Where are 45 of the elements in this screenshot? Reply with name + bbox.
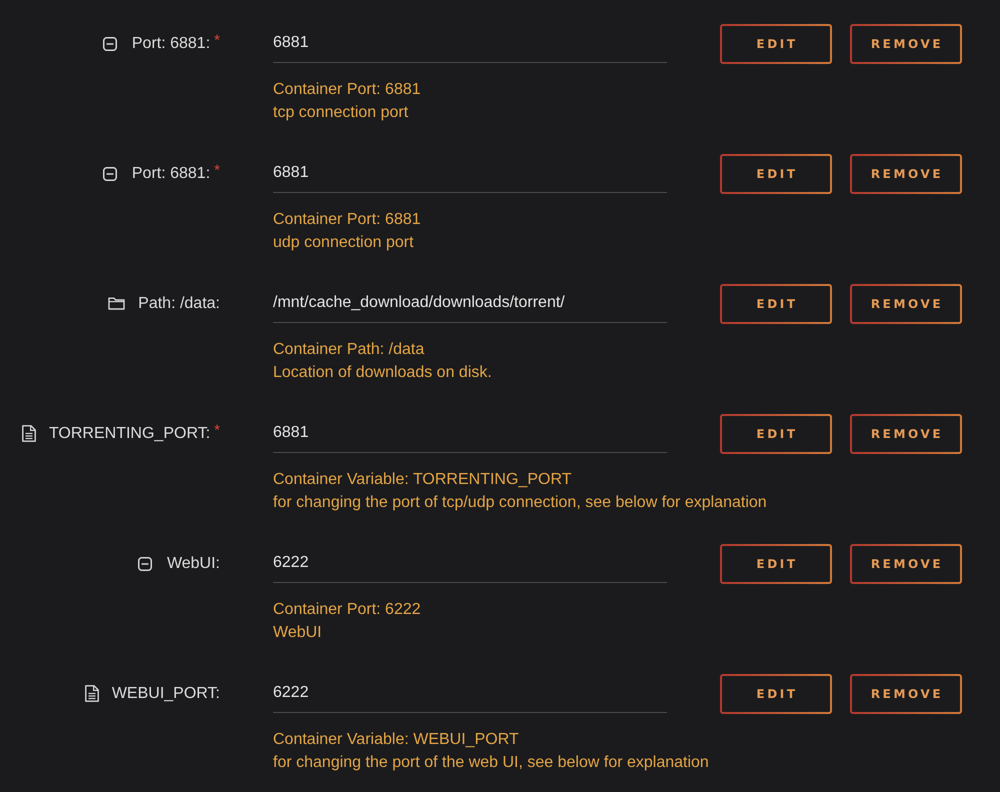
document-icon — [84, 685, 99, 702]
remove-button[interactable]: REMOVE — [850, 284, 962, 324]
input-field[interactable]: 6222 — [273, 544, 667, 583]
field-description: for changing the port of the web UI, see below for explanation — [273, 753, 709, 773]
field-label: Port: 6881: — [132, 164, 210, 182]
field-description: tcp connection port — [273, 103, 408, 123]
field-label: Path: /data: — [138, 294, 220, 312]
field-label: TORRENTING_PORT: — [48, 424, 210, 442]
field-description: for changing the port of tcp/udp connection, see below for explanation — [273, 493, 767, 513]
input-field[interactable]: 6881 — [273, 154, 667, 193]
edit-button[interactable]: EDIT — [720, 414, 832, 454]
input-field[interactable]: 6222 — [273, 674, 667, 713]
field-description: udp connection port — [273, 233, 414, 253]
minus-box-icon — [138, 556, 152, 570]
remove-button[interactable]: REMOVE — [850, 674, 962, 714]
folder-icon — [108, 297, 126, 310]
document-icon — [22, 425, 36, 442]
remove-button[interactable]: REMOVE — [850, 24, 962, 64]
field-description: Location of downloads on disk. — [273, 363, 492, 383]
field-label: Port: 6881: — [132, 34, 210, 52]
required-mark: * — [214, 33, 220, 48]
edit-button[interactable]: EDIT — [720, 154, 832, 194]
minus-box-icon — [102, 166, 117, 180]
field-label: WebUI: — [166, 554, 220, 572]
field-description: Container Path: /data — [273, 340, 424, 360]
input-field[interactable]: 6881 — [273, 24, 667, 63]
remove-button[interactable]: REMOVE — [850, 414, 962, 454]
minus-box-icon — [102, 36, 117, 50]
edit-button[interactable]: EDIT — [720, 24, 832, 64]
field-description: Container Port: 6222 — [273, 600, 421, 620]
input-field[interactable]: /mnt/cache_download/downloads/torrent/ — [273, 284, 667, 323]
edit-button[interactable]: EDIT — [720, 544, 832, 584]
field-description: Container Port: 6881 — [273, 210, 421, 230]
field-description: WebUI — [273, 623, 322, 643]
field-description: Container Port: 6881 — [273, 80, 421, 100]
edit-button[interactable]: EDIT — [720, 674, 832, 714]
field-label: WEBUI_PORT: — [112, 684, 220, 702]
required-mark: * — [214, 163, 220, 178]
remove-button[interactable]: REMOVE — [850, 154, 962, 194]
input-field[interactable]: 6881 — [273, 414, 667, 453]
field-description: Container Variable: TORRENTING_PORT — [273, 470, 572, 490]
edit-button[interactable]: EDIT — [720, 284, 832, 324]
remove-button[interactable]: REMOVE — [850, 544, 962, 584]
field-description: Container Variable: WEBUI_PORT — [273, 730, 519, 750]
required-mark: * — [214, 423, 220, 438]
